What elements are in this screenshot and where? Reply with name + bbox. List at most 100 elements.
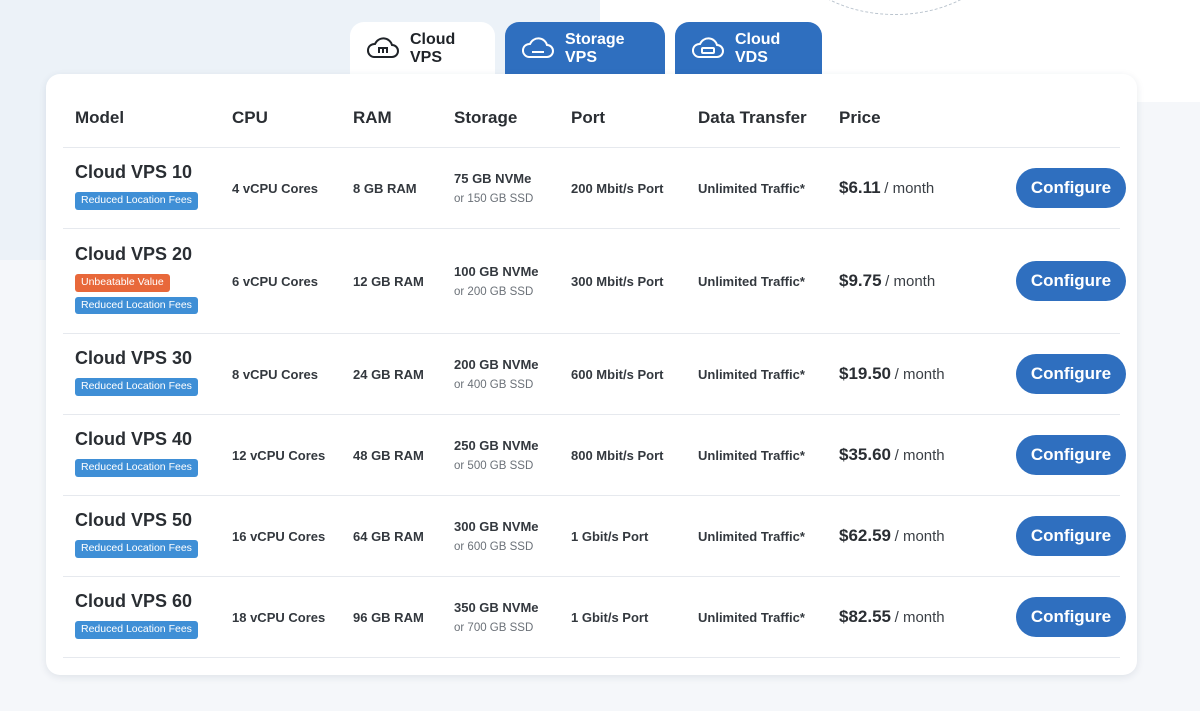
cpu-cell: 12 vCPU Cores [232, 447, 326, 463]
storage-ssd-alt: or 500 GB SSD [454, 460, 534, 472]
column-header-data-transfer: Data Transfer [698, 107, 807, 127]
model-name: Cloud VPS 50 [75, 510, 193, 531]
column-header-storage: Storage [454, 107, 518, 127]
price-unit: / month [894, 447, 945, 464]
tab-label: Storage VPS [565, 30, 625, 66]
ram-cell: 64 GB RAM [353, 528, 424, 544]
storage-cell: 75 GB NVMe or 150 GB SSD [442, 171, 559, 205]
configure-button[interactable]: Configure [1016, 261, 1126, 301]
price-cell: $9.75 / month [827, 271, 987, 291]
price-cell: $62.59 / month [827, 526, 987, 546]
port-cell: 800 Mbit/s Port [571, 447, 664, 463]
model-name: Cloud VPS 60 [75, 591, 193, 612]
location-fee-badge: Reduced Location Fees [75, 378, 198, 396]
configure-button[interactable]: Configure [1016, 597, 1126, 637]
tab-storage-vps[interactable]: Storage VPS [505, 22, 665, 75]
price-amount: $62.59 [839, 526, 891, 545]
data-transfer-cell: Unlimited Traffic* [698, 447, 805, 463]
value-badge: Unbeatable Value [75, 273, 170, 292]
price-cell: $19.50 / month [827, 364, 987, 384]
table-row: Cloud VPS 10 Reduced Location Fees 4 vCPU … [63, 148, 1126, 229]
storage-cell: 100 GB NVMe or 200 GB SSD [442, 264, 559, 298]
storage-ssd-alt: or 400 GB SSD [454, 379, 534, 391]
price-amount: $9.75 [839, 271, 882, 290]
price-cell: $35.60 / month [827, 445, 987, 465]
location-fee-badge: Reduced Location Fees [75, 540, 198, 558]
location-fee-badge: Reduced Location Fees [75, 459, 198, 477]
storage-nvme: 100 GB NVMe [454, 264, 539, 279]
configure-button[interactable]: Configure [1016, 435, 1126, 475]
port-cell: 600 Mbit/s Port [571, 366, 664, 382]
port-cell: 200 Mbit/s Port [571, 180, 664, 196]
port-cell: 1 Gbit/s Port [571, 528, 649, 544]
model-cell: Cloud VPS 60 Reduced Location Fees [63, 591, 220, 643]
price-unit: / month [894, 528, 945, 545]
table-row: Cloud VPS 20 Unbeatable Value Reduced Loca… [63, 229, 1126, 334]
storage-ssd-alt: or 600 GB SSD [454, 541, 534, 553]
tab-cloud-vps[interactable]: Cloud VPS [350, 22, 495, 75]
storage-ssd-alt: or 200 GB SSD [454, 286, 534, 298]
configure-button[interactable]: Configure [1016, 168, 1126, 208]
column-header-ram: RAM [353, 107, 392, 127]
model-cell: Cloud VPS 10 Reduced Location Fees [63, 162, 220, 214]
price-amount: $35.60 [839, 445, 891, 464]
data-transfer-cell: Unlimited Traffic* [698, 609, 805, 625]
storage-cell: 300 GB NVMe or 600 GB SSD [442, 519, 559, 553]
data-transfer-cell: Unlimited Traffic* [698, 180, 805, 196]
price-amount: $82.55 [839, 607, 891, 626]
ram-cell: 48 GB RAM [353, 447, 424, 463]
model-name: Cloud VPS 30 [75, 348, 193, 369]
table-row: Cloud VPS 40 Reduced Location Fees 12 vCPU… [63, 415, 1126, 496]
model-cell: Cloud VPS 40 Reduced Location Fees [63, 429, 220, 481]
location-fee-badge: Reduced Location Fees [75, 621, 198, 639]
model-cell: Cloud VPS 20 Unbeatable Value Reduced Loca… [63, 244, 220, 318]
price-cell: $6.11 / month [827, 178, 987, 198]
price-amount: $6.11 [839, 178, 881, 197]
cpu-cell: 6 vCPU Cores [232, 273, 318, 289]
table-row: Cloud VPS 60 Reduced Location Fees 18 vCPU… [63, 577, 1126, 658]
cpu-cell: 4 vCPU Cores [232, 180, 318, 196]
tab-cloud-vds[interactable]: Cloud VDS [675, 22, 822, 75]
price-amount: $19.50 [839, 364, 891, 383]
pricing-table: Model CPU RAM Storage Port Data Transfer… [63, 74, 1126, 658]
tab-label: Cloud VPS [410, 30, 456, 66]
configure-button[interactable]: Configure [1016, 516, 1126, 556]
storage-cell: 350 GB NVMe or 700 GB SSD [442, 600, 559, 634]
model-name: Cloud VPS 20 [75, 243, 193, 264]
column-header-action [987, 104, 1137, 118]
port-cell: 300 Mbit/s Port [571, 273, 664, 289]
storage-cell: 200 GB NVMe or 400 GB SSD [442, 357, 559, 391]
data-transfer-cell: Unlimited Traffic* [698, 528, 805, 544]
storage-nvme: 350 GB NVMe [454, 600, 539, 615]
location-fee-badge: Reduced Location Fees [75, 192, 198, 210]
model-cell: Cloud VPS 30 Reduced Location Fees [63, 348, 220, 400]
location-fee-badge: Reduced Location Fees [75, 296, 198, 315]
column-header-price: Price [839, 107, 881, 127]
storage-cell: 250 GB NVMe or 500 GB SSD [442, 438, 559, 472]
price-unit: / month [884, 180, 935, 197]
cloud-icon [366, 36, 400, 61]
table-header: Model CPU RAM Storage Port Data Transfer… [63, 74, 1120, 148]
product-tabs: Cloud VPS Storage VPS Cloud VDS [350, 22, 822, 75]
model-cell: Cloud VPS 50 Reduced Location Fees [63, 510, 220, 562]
configure-button[interactable]: Configure [1016, 354, 1126, 394]
ram-cell: 96 GB RAM [353, 609, 424, 625]
cloud-storage-icon [521, 36, 555, 61]
storage-ssd-alt: or 150 GB SSD [454, 193, 534, 205]
storage-nvme: 75 GB NVMe [454, 171, 532, 186]
column-header-cpu: CPU [232, 107, 268, 127]
model-name: Cloud VPS 10 [75, 162, 193, 183]
cpu-cell: 16 vCPU Cores [232, 528, 326, 544]
storage-ssd-alt: or 700 GB SSD [454, 622, 534, 634]
cpu-cell: 8 vCPU Cores [232, 366, 318, 382]
ram-cell: 8 GB RAM [353, 180, 417, 196]
storage-nvme: 300 GB NVMe [454, 519, 539, 534]
table-row: Cloud VPS 30 Reduced Location Fees 8 vCPU … [63, 334, 1126, 415]
data-transfer-cell: Unlimited Traffic* [698, 366, 805, 382]
port-cell: 1 Gbit/s Port [571, 609, 649, 625]
pricing-table-card: Model CPU RAM Storage Port Data Transfer… [46, 74, 1137, 675]
column-header-port: Port [571, 107, 605, 127]
ram-cell: 24 GB RAM [353, 366, 424, 382]
price-cell: $82.55 / month [827, 607, 987, 627]
cpu-cell: 18 vCPU Cores [232, 609, 326, 625]
